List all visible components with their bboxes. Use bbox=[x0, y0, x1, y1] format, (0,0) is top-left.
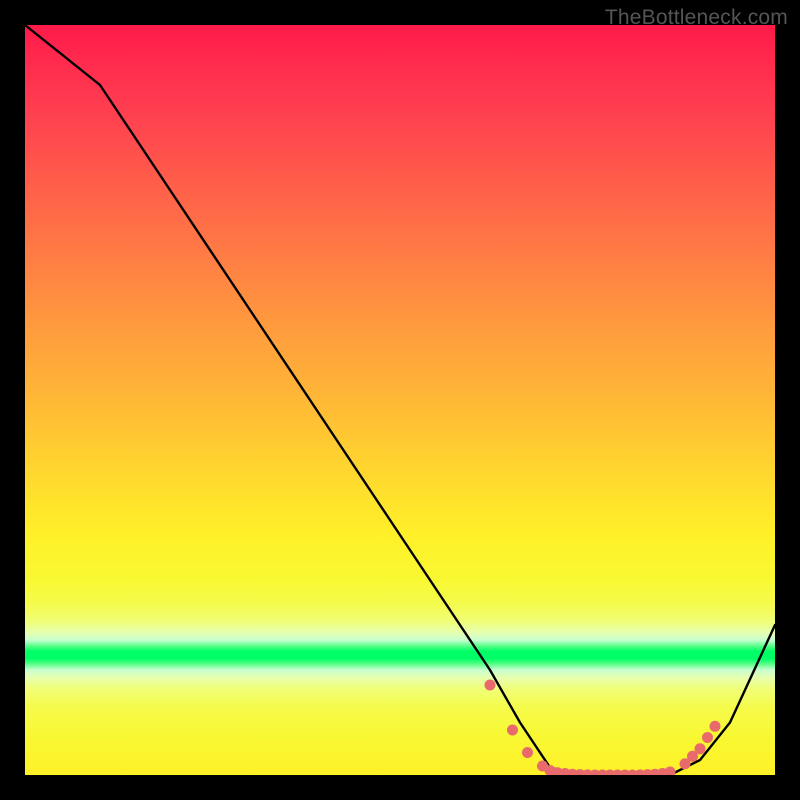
marker-dot bbox=[702, 732, 713, 743]
marker-dot bbox=[665, 767, 676, 776]
marker-dots bbox=[485, 680, 721, 776]
marker-dot bbox=[695, 743, 706, 754]
marker-dot bbox=[507, 725, 518, 736]
watermark-text: TheBottleneck.com bbox=[605, 6, 788, 30]
marker-dot bbox=[710, 721, 721, 732]
bottleneck-curve bbox=[25, 25, 775, 775]
marker-dot bbox=[485, 680, 496, 691]
chart-svg bbox=[25, 25, 775, 775]
plot-area bbox=[25, 25, 775, 775]
marker-dot bbox=[522, 747, 533, 758]
